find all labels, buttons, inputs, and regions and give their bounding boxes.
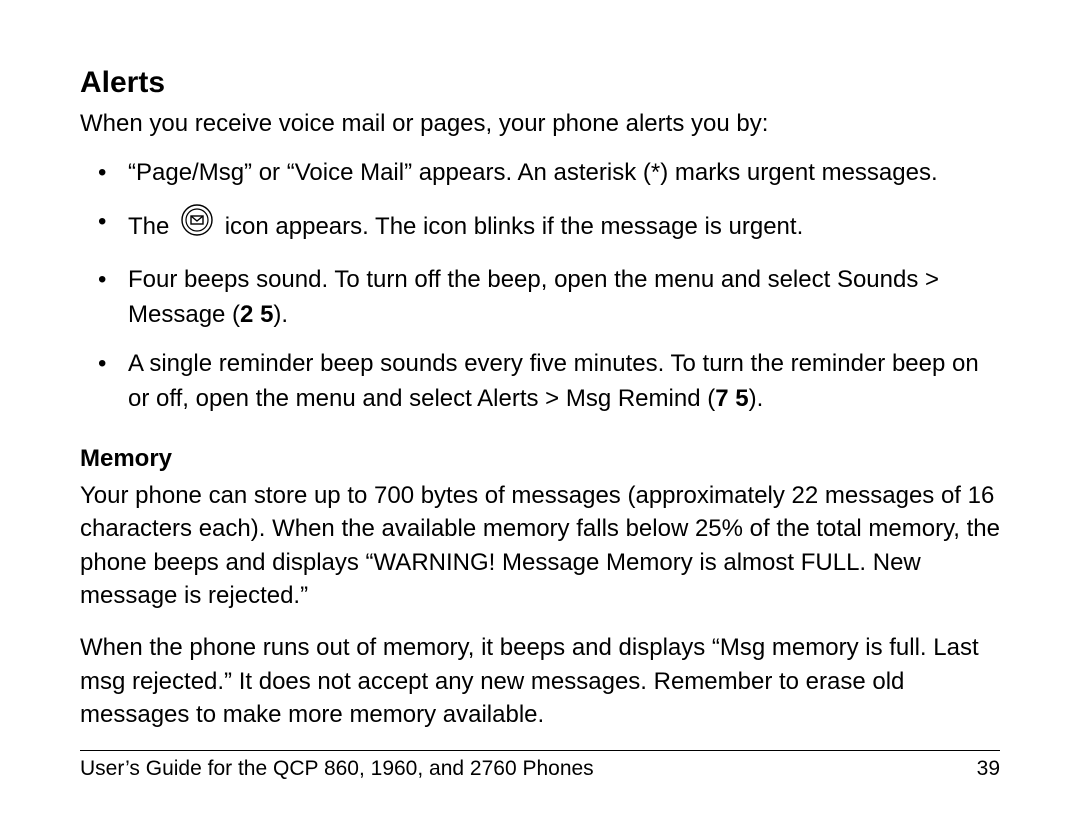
alerts-bullet-1: “Page/Msg” or “Voice Mail” appears. An a… [128,156,1000,191]
memory-paragraph-1: Your phone can store up to 700 bytes of … [80,479,1000,613]
memory-paragraph-2: When the phone runs out of memory, it be… [80,631,1000,732]
page-footer: User’s Guide for the QCP 860, 1960, and … [80,751,1000,781]
envelope-icon [180,203,214,248]
bullet-4-pre: A single reminder beep sounds every five… [128,350,979,412]
alerts-bullet-list: “Page/Msg” or “Voice Mail” appears. An a… [80,156,1000,417]
document-page: Alerts When you receive voice mail or pa… [0,0,1080,834]
alerts-bullet-3: Four beeps sound. To turn off the beep, … [128,263,1000,333]
bullet-2-post: icon appears. The icon blinks if the mes… [218,212,803,239]
bullet-3-post: ). [273,301,288,328]
bullet-4-post: ). [749,385,764,412]
alerts-bullet-2: The icon appears. The icon blinks if the… [128,205,1000,250]
footer-page-number: 39 [977,757,1000,781]
bullet-4-bold: 7 5 [715,385,748,412]
alerts-bullet-4: A single reminder beep sounds every five… [128,347,1000,417]
heading-memory: Memory [80,445,1000,473]
footer-title: User’s Guide for the QCP 860, 1960, and … [80,757,594,781]
heading-alerts: Alerts [80,64,1000,102]
bullet-3-bold: 2 5 [240,301,273,328]
bullet-2-pre: The [128,212,176,239]
alerts-intro: When you receive voice mail or pages, yo… [80,108,1000,140]
